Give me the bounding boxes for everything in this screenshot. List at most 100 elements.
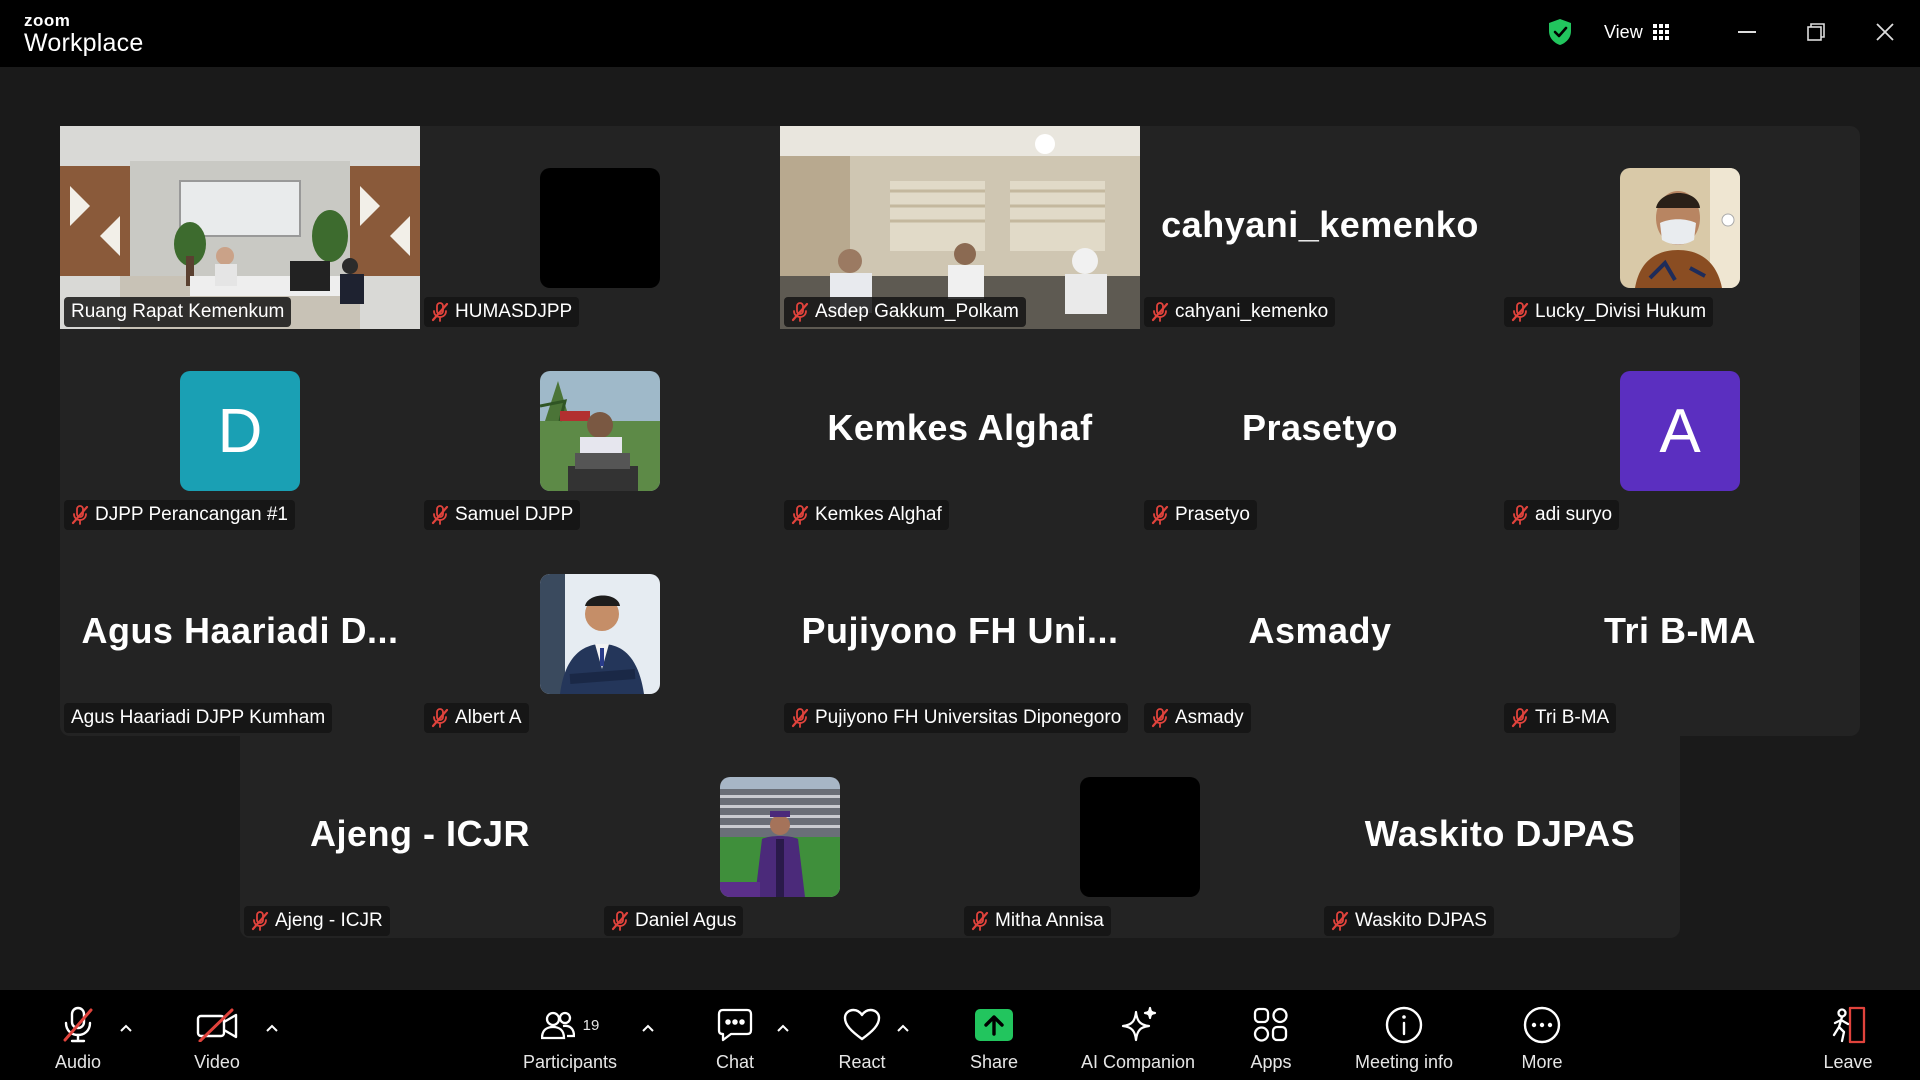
more-button[interactable]: More [1512, 990, 1572, 1080]
participant-tile[interactable]: Samuel DJPP [420, 329, 780, 532]
participant-name: Daniel Agus [635, 910, 737, 931]
microphone-muted-icon [791, 302, 809, 322]
audio-button[interactable]: Audio [48, 990, 108, 1080]
participant-tile[interactable]: HUMASDJPP [420, 126, 780, 329]
heart-icon [843, 1008, 881, 1041]
apps-button[interactable]: Apps [1241, 990, 1301, 1080]
participant-name-tag: Waskito DJPAS [1324, 906, 1494, 936]
encryption-shield-icon[interactable] [1547, 18, 1573, 46]
restore-button[interactable] [1796, 14, 1836, 50]
microphone-muted-icon [431, 708, 449, 728]
participant-name-tag: Albert A [424, 703, 529, 733]
participant-tile[interactable]: Aadi suryo [1500, 329, 1860, 532]
audio-label: Audio [54, 1052, 102, 1072]
participant-tile[interactable]: D DJPP Perancangan #1 [60, 329, 420, 532]
participant-name-tag: Agus Haariadi DJPP Kumham [64, 703, 333, 733]
close-icon [1876, 23, 1894, 41]
participant-name-tag: Pujiyono FH Universitas Diponegoro [784, 703, 1129, 733]
audio-options-caret[interactable] [116, 1018, 136, 1038]
leave-label: Leave [1823, 1052, 1873, 1072]
react-button[interactable]: React [832, 990, 892, 1080]
share-label: Share [969, 1052, 1019, 1072]
participant-tile[interactable]: Waskito DJPAS Waskito DJPAS [1320, 735, 1680, 938]
video-camera-off-icon [196, 1008, 238, 1042]
participant-name: cahyani_kemenko [1175, 301, 1329, 322]
participant-name: HUMASDJPP [455, 301, 573, 322]
participants-options-caret[interactable] [638, 1018, 658, 1038]
view-button[interactable]: View [1604, 18, 1669, 46]
participant-tile[interactable]: Ajeng - ICJR Ajeng - ICJR [240, 735, 600, 938]
participant-name: Albert A [455, 707, 522, 728]
participant-tile[interactable]: cahyani_kemenko cahyani_kemenko [1140, 126, 1500, 329]
participant-name: Asdep Gakkum_Polkam [815, 301, 1019, 322]
participant-display-name: Kemkes Alghaf [827, 407, 1093, 448]
chevron-up-icon [120, 1024, 132, 1032]
chevron-up-icon [897, 1024, 909, 1032]
participant-name-tag: Samuel DJPP [424, 500, 581, 530]
participant-name-tag: Ruang Rapat Kemenkum [64, 297, 292, 327]
participant-display-name: Waskito DJPAS [1364, 813, 1636, 854]
participant-name-tag: Lucky_Divisi Hukum [1504, 297, 1714, 327]
grid-icon [1652, 24, 1669, 40]
participants-count: 19 [582, 1016, 600, 1034]
participant-tile[interactable]: Albert A [420, 532, 780, 735]
participant-tile[interactable]: Prasetyo Prasetyo [1140, 329, 1500, 532]
participant-tile[interactable]: Asdep Gakkum_Polkam [780, 126, 1140, 329]
participant-tile[interactable]: Lucky_Divisi Hukum [1500, 126, 1860, 329]
title-bar: zoom Workplace View [0, 0, 1920, 67]
leave-button[interactable]: Leave [1818, 990, 1878, 1080]
minimize-button[interactable] [1727, 14, 1767, 50]
close-button[interactable] [1865, 14, 1905, 50]
participant-name: Lucky_Divisi Hukum [1535, 301, 1707, 322]
participant-name-tag: Mitha Annisa [964, 906, 1111, 936]
participant-tile[interactable]: Ruang Rapat Kemenkum [60, 126, 420, 329]
video-button[interactable]: Video [187, 990, 247, 1080]
ai-companion-label: AI Companion [1080, 1052, 1196, 1072]
microphone-muted-icon [1511, 302, 1529, 322]
microphone-muted-icon [791, 505, 809, 525]
participant-name-tag: Ajeng - ICJR [244, 906, 390, 936]
participant-name: Tri B-MA [1535, 707, 1610, 728]
participants-button[interactable]: 19 Participants [515, 990, 625, 1080]
participant-name-tag: cahyani_kemenko [1144, 297, 1336, 327]
participant-tile[interactable]: Daniel Agus [600, 735, 960, 938]
participant-name-tag: adi suryo [1504, 500, 1620, 530]
chat-options-caret[interactable] [773, 1018, 793, 1038]
microphone-muted-icon [431, 505, 449, 525]
participant-name: Pujiyono FH Universitas Diponegoro [815, 707, 1122, 728]
participant-tile[interactable]: Mitha Annisa [960, 735, 1320, 938]
participant-tile[interactable]: Kemkes Alghaf Kemkes Alghaf [780, 329, 1140, 532]
share-button[interactable]: Share [964, 990, 1024, 1080]
more-label: More [1521, 1052, 1563, 1072]
meeting-info-button[interactable]: Meeting info [1343, 990, 1465, 1080]
chat-bubble-icon [717, 1008, 753, 1042]
participant-name: Asmady [1175, 707, 1244, 728]
participant-name: Ajeng - ICJR [275, 910, 383, 931]
microphone-muted-icon [1151, 708, 1169, 728]
zoom-workplace-logo: zoom Workplace [24, 12, 143, 56]
participant-tile[interactable]: Asmady Asmady [1140, 532, 1500, 735]
microphone-muted-icon [611, 911, 629, 931]
participant-tile[interactable]: Agus Haariadi D... Agus Haariadi DJPP Kum… [60, 532, 420, 735]
chat-label: Chat [715, 1052, 755, 1072]
ai-companion-button[interactable]: AI Companion [1078, 990, 1198, 1080]
participant-name-tag: Tri B-MA [1504, 703, 1617, 733]
participant-display-name: Tri B-MA [1604, 610, 1756, 651]
microphone-muted-icon [1511, 708, 1529, 728]
microphone-muted-icon [251, 911, 269, 931]
chat-button[interactable]: Chat [705, 990, 765, 1080]
participant-avatar [540, 168, 660, 288]
participant-display-name: cahyani_kemenko [1161, 204, 1479, 245]
microphone-muted-icon [431, 302, 449, 322]
share-screen-icon [975, 1009, 1013, 1041]
participant-name-tag: Asmady [1144, 703, 1251, 733]
video-options-caret[interactable] [262, 1018, 282, 1038]
apps-label: Apps [1250, 1052, 1292, 1072]
participant-name: adi suryo [1535, 504, 1613, 525]
participant-tile[interactable]: Tri B-MA Tri B-MA [1500, 532, 1860, 735]
participant-display-name: Pujiyono FH Uni... [801, 610, 1119, 651]
react-options-caret[interactable] [893, 1018, 913, 1038]
participant-tile[interactable]: Pujiyono FH Uni... Pujiyono FH Universita… [780, 532, 1140, 735]
microphone-muted-icon [1511, 505, 1529, 525]
participant-name-tag: HUMASDJPP [424, 297, 580, 327]
